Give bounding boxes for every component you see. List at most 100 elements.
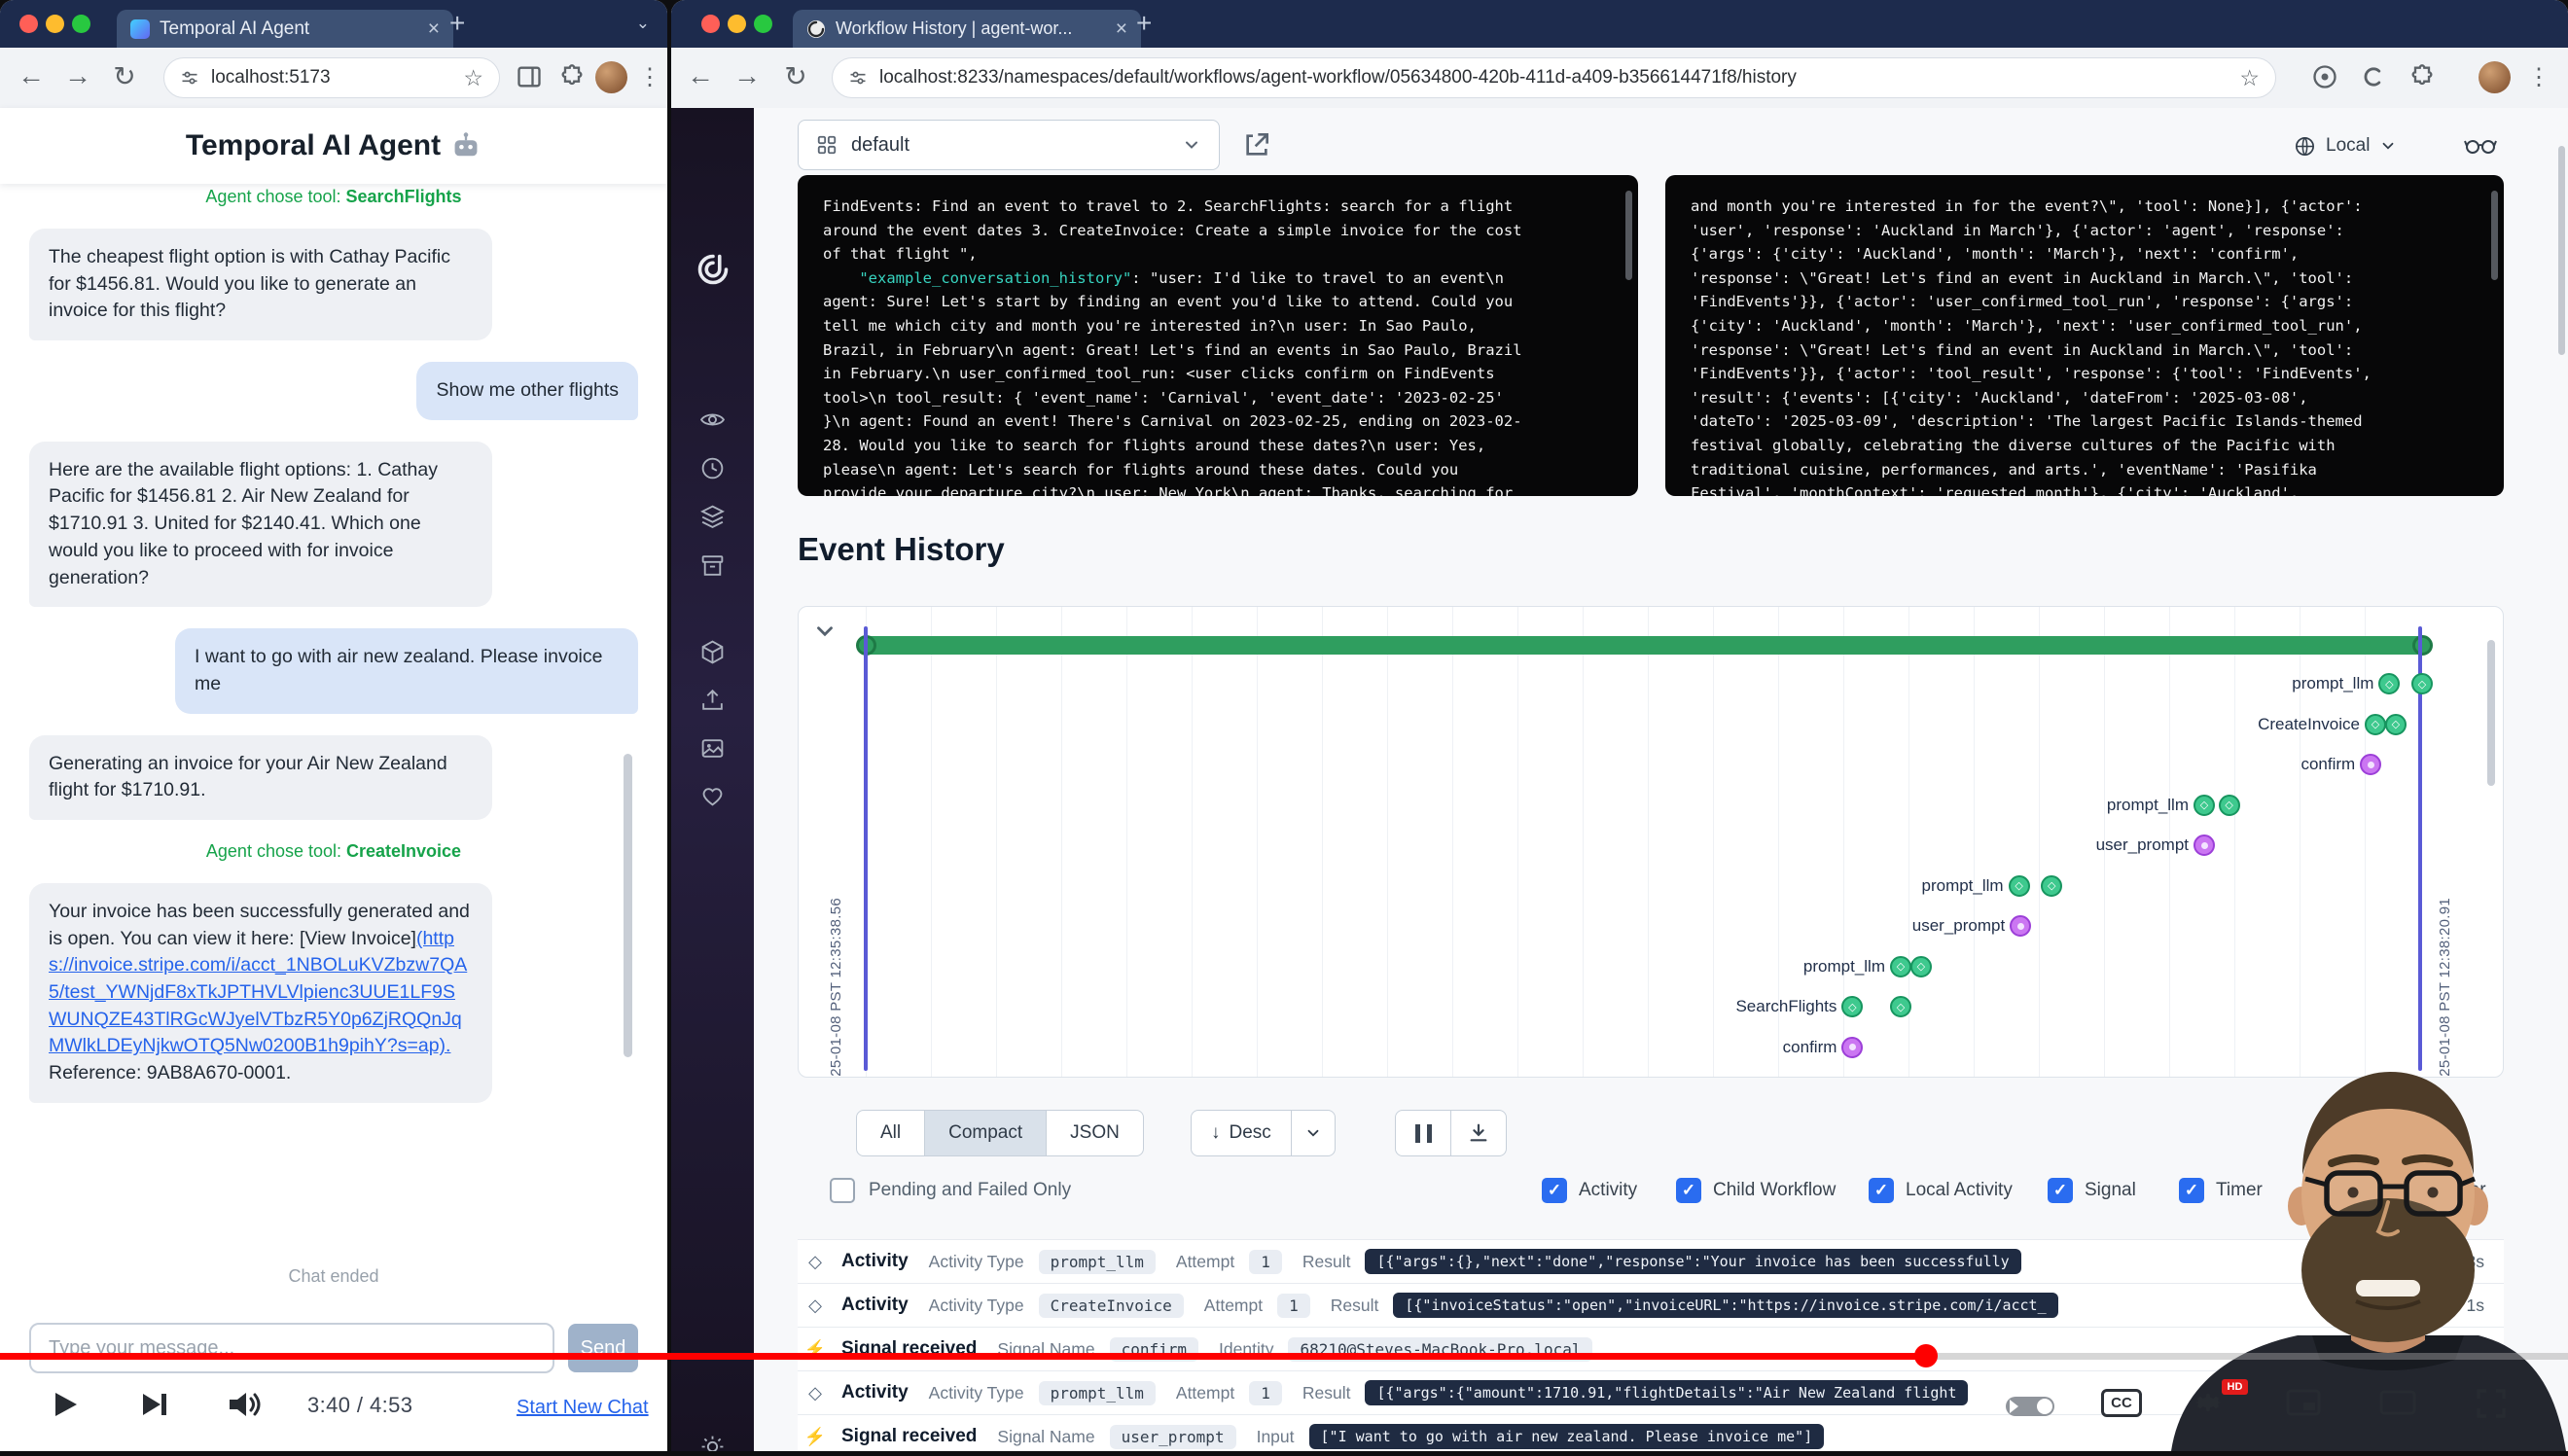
eye-icon[interactable] (699, 407, 726, 433)
activity-event-dot[interactable]: ◇ (2365, 714, 2386, 735)
start-new-chat-link[interactable]: Start New Chat (517, 1397, 649, 1419)
activity-event-dot[interactable]: ◇ (1841, 996, 1863, 1017)
autoplay-toggle[interactable] (2006, 1397, 2054, 1416)
signal-event-dot[interactable] (2010, 915, 2031, 937)
timeline-scrollbar[interactable] (2487, 640, 2495, 786)
checkbox[interactable]: ✓ (1676, 1178, 1701, 1203)
zoom-window-button[interactable] (72, 15, 90, 33)
close-tab-icon[interactable]: × (1116, 18, 1127, 41)
signal-event-dot[interactable] (1841, 1037, 1863, 1058)
event-type-filter[interactable]: ✓Timer (2179, 1173, 2263, 1208)
theater-mode-button[interactable] (2379, 1389, 2416, 1416)
extensions-puzzle-icon[interactable] (2408, 63, 2436, 90)
workflow-end-dot[interactable] (2412, 635, 2433, 656)
signal-event-dot[interactable] (2194, 835, 2215, 856)
checkbox[interactable]: ✓ (2048, 1178, 2073, 1203)
checkbox[interactable]: ✓ (1542, 1178, 1567, 1203)
play-button[interactable] (47, 1387, 82, 1422)
forward-button[interactable]: → (60, 60, 95, 91)
history-clock-icon[interactable] (699, 455, 726, 481)
close-window-button[interactable] (701, 15, 720, 33)
labs-glasses-icon[interactable] (2464, 130, 2497, 160)
extensions-puzzle-icon[interactable] (558, 63, 586, 90)
video-progress-track[interactable] (0, 1353, 2568, 1360)
forward-button[interactable]: → (730, 60, 765, 91)
new-tab-button[interactable]: + (449, 8, 465, 39)
sun-theme-toggle-icon[interactable] (699, 1434, 726, 1451)
layers-icon[interactable] (699, 503, 726, 529)
reload-button[interactable]: ↻ (107, 60, 142, 92)
browser-menu-icon[interactable]: ⋮ (2527, 63, 2550, 91)
activity-event-dot[interactable]: ◇ (1910, 956, 1932, 977)
checkbox[interactable]: ✓ (2179, 1178, 2204, 1203)
activity-event-dot[interactable]: ◇ (1658, 1077, 1680, 1078)
event-row[interactable]: ◇ActivityActivity Typeprompt_llmAttempt1… (798, 1239, 2504, 1283)
address-bar[interactable]: localhost:5173 ☆ (163, 57, 500, 98)
browser-menu-icon[interactable]: ⋮ (638, 63, 661, 91)
activity-event-dot[interactable]: ◇ (2194, 795, 2215, 816)
chat-scrollbar[interactable] (624, 754, 632, 1057)
next-button[interactable] (136, 1387, 171, 1422)
view-tab-compact[interactable]: Compact (924, 1111, 1046, 1155)
video-playhead[interactable] (1914, 1344, 1938, 1367)
sort-dropdown-button[interactable] (1291, 1111, 1335, 1155)
code-scrollbar[interactable] (2491, 191, 2498, 280)
site-info-icon[interactable] (848, 68, 868, 88)
checkbox[interactable]: ✓ (2403, 1178, 2428, 1203)
open-external-link-icon[interactable] (1241, 129, 1272, 160)
activity-event-dot[interactable]: ◇ (1890, 996, 1911, 1017)
extension-c-icon[interactable] (2360, 63, 2387, 90)
heart-icon[interactable] (699, 783, 726, 809)
send-button[interactable]: Send (568, 1324, 638, 1372)
side-panel-icon[interactable] (516, 63, 543, 90)
cube-icon[interactable] (699, 639, 726, 665)
new-tab-button[interactable]: + (1136, 8, 1152, 39)
activity-event-dot[interactable]: ◇ (1890, 956, 1911, 977)
page-scrollbar[interactable] (2558, 146, 2565, 355)
reload-button[interactable]: ↻ (778, 60, 813, 92)
event-type-filter[interactable]: ✓Child Workflow (1676, 1173, 1836, 1208)
event-row[interactable]: ◇ActivityActivity TypeCreateInvoiceAttem… (798, 1283, 2504, 1327)
close-tab-icon[interactable]: × (428, 18, 440, 41)
upload-tray-icon[interactable] (699, 687, 726, 713)
event-row[interactable]: ⚡Signal receivedSignal Nameuser_promptIn… (798, 1414, 2504, 1451)
site-info-icon[interactable] (180, 68, 199, 88)
tab-workflow-history[interactable]: Workflow History | agent-wor... × (793, 10, 1141, 48)
download-button[interactable] (1450, 1111, 1506, 1155)
address-bar[interactable]: localhost:8233/namespaces/default/workfl… (832, 57, 2276, 98)
event-type-filter[interactable]: ✓Signal (2048, 1173, 2136, 1208)
activity-event-dot[interactable]: ◇ (2041, 875, 2062, 897)
extension-badge-icon[interactable] (2311, 63, 2338, 90)
tab-search-chevron-icon[interactable]: ⌄ (636, 14, 650, 33)
bookmark-star-icon[interactable]: ☆ (463, 65, 483, 91)
profile-avatar[interactable] (2479, 61, 2511, 93)
closed-captions-button[interactable]: CC (2101, 1389, 2142, 1417)
activity-event-dot[interactable]: ◇ (2411, 673, 2433, 694)
activity-event-dot[interactable]: ◇ (2219, 795, 2240, 816)
image-icon[interactable] (699, 735, 726, 762)
zoom-window-button[interactable] (754, 15, 772, 33)
temporal-logo[interactable] (696, 252, 731, 287)
code-scrollbar[interactable] (1625, 191, 1632, 280)
event-type-filter[interactable]: ✓Activity (1542, 1173, 1637, 1208)
minimize-window-button[interactable] (728, 15, 746, 33)
activity-event-dot[interactable]: ◇ (1685, 1077, 1706, 1078)
close-window-button[interactable] (19, 15, 38, 33)
view-tab-all[interactable]: All (857, 1111, 924, 1155)
event-type-filter[interactable]: ✓Other (2403, 1173, 2486, 1208)
bookmark-star-icon[interactable]: ☆ (2239, 65, 2260, 91)
fullscreen-button[interactable] (2475, 1387, 2508, 1420)
workflow-input-code-panel[interactable]: FindEvents: Find an event to travel to 2… (798, 175, 1638, 496)
settings-gear-icon[interactable] (2191, 1385, 2226, 1420)
namespace-select[interactable]: default (798, 120, 1220, 170)
back-button[interactable]: ← (683, 60, 718, 91)
workflow-result-code-panel[interactable]: and month you're interested in for the e… (1665, 175, 2504, 496)
view-tab-json[interactable]: JSON (1046, 1111, 1143, 1155)
profile-avatar[interactable] (595, 61, 627, 93)
tab-temporal-ai-agent[interactable]: Temporal AI Agent × (117, 10, 453, 48)
collapse-chevron-icon[interactable] (812, 619, 838, 644)
signal-event-dot[interactable] (2360, 754, 2381, 775)
event-row[interactable]: ⚡Signal receivedSignal NameconfirmIdenti… (798, 1327, 2504, 1370)
checkbox[interactable]: ✓ (1869, 1178, 1894, 1203)
sort-desc-button[interactable]: ↓ Desc (1192, 1111, 1291, 1155)
